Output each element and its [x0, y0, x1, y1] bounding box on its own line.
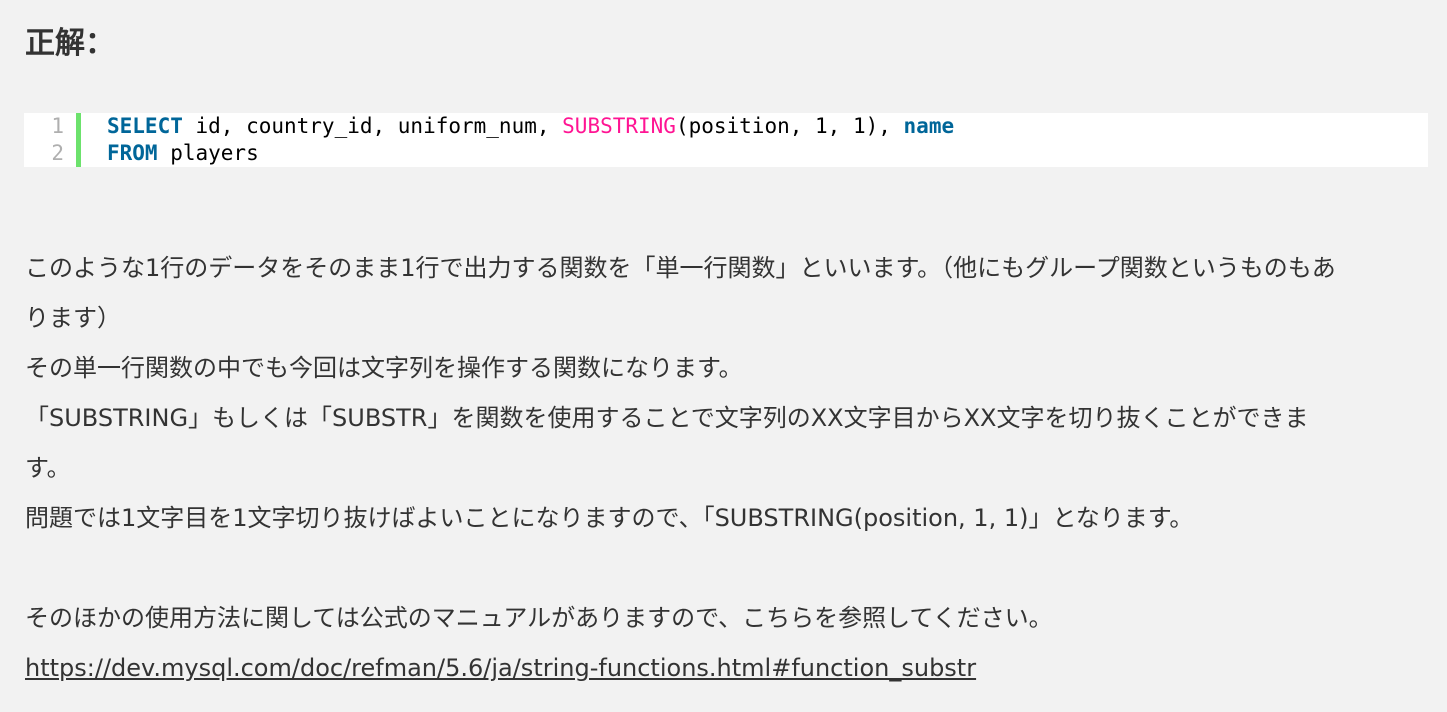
- line-number: 2: [51, 141, 64, 165]
- paragraph-single-row-function-line2: ります）: [25, 304, 121, 332]
- paragraph-single-row-function-line1: このような1行のデータをそのまま1行で出力する関数を「単一行関数」といいます。（…: [25, 254, 1336, 282]
- code-columns: id, country_id, uniform_num,: [182, 114, 563, 138]
- keyword-from: FROM: [107, 141, 158, 165]
- mysql-manual-link[interactable]: https://dev.mysql.com/doc/refman/5.6/ja/…: [25, 654, 976, 682]
- link-line: https://dev.mysql.com/doc/refman/5.6/ja/…: [25, 643, 1425, 693]
- code-block: 1 2 SELECT id, country_id, uniform_num, …: [24, 113, 1428, 167]
- code-line-2: FROM players: [107, 140, 259, 167]
- paragraph-manual-reference: そのほかの使用方法に関しては公式のマニュアルがありますので、こちらを参照してくだ…: [25, 604, 1053, 632]
- keyword-name: name: [903, 114, 955, 138]
- paragraph-substring-line1: 「SUBSTRING」もしくは「SUBSTR」を関数を使用することで文字列のXX…: [25, 404, 1309, 432]
- code-gutter: 1 2: [24, 113, 78, 167]
- code-table: players: [157, 141, 259, 165]
- code-args: (position, 1, 1),: [675, 114, 904, 138]
- paragraph-string-function: その単一行関数の中でも今回は文字列を操作する関数になります。: [25, 354, 743, 382]
- paragraph-problem-answer: 問題では1文字目を1文字切り抜けばよいことになりますので、「SUBSTRING(…: [25, 504, 1194, 532]
- code-line-1: SELECT id, country_id, uniform_num, SUBS…: [107, 113, 954, 140]
- answer-heading: 正解：: [25, 26, 115, 61]
- code-gutter-accent-bar: [76, 113, 81, 167]
- explanation-text: このような1行のデータをそのまま1行で出力する関数を「単一行関数」といいます。（…: [25, 243, 1425, 693]
- keyword-select: SELECT: [107, 114, 183, 138]
- function-substring: SUBSTRING: [562, 114, 676, 138]
- paragraph-substring-line2: す。: [25, 454, 71, 482]
- line-number: 1: [51, 114, 64, 138]
